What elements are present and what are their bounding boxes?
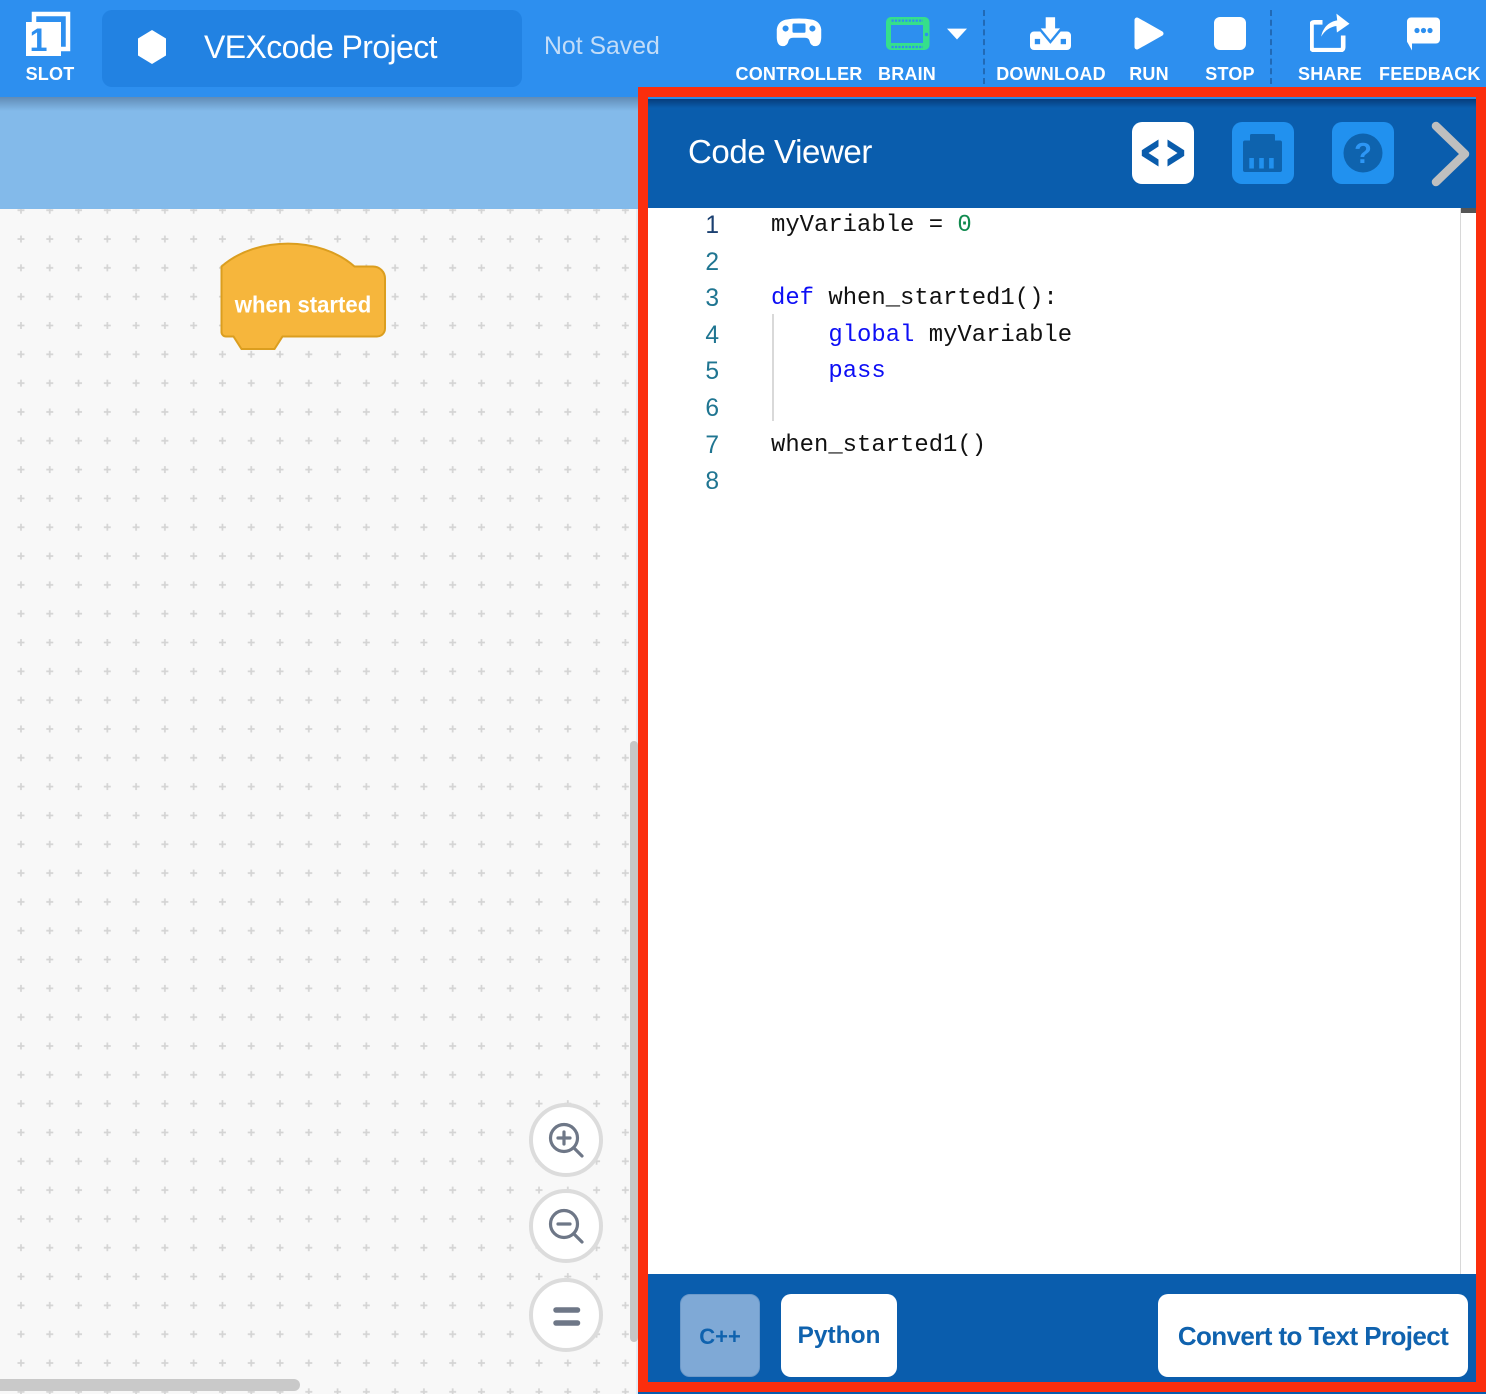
svg-text:1: 1 (30, 22, 48, 58)
svg-text:when started: when started (234, 292, 371, 318)
